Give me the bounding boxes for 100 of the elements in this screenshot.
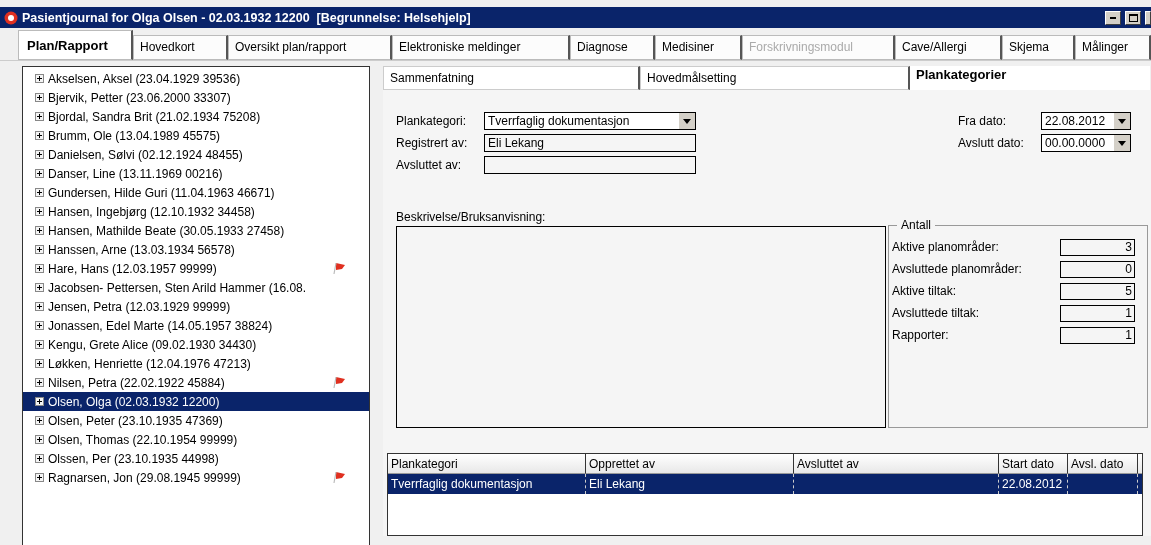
patient-row[interactable]: Hansen, Mathilde Beate (30.05.1933 27458)	[23, 221, 369, 240]
patient-row[interactable]: Løkken, Henriette (12.04.1976 47213)	[23, 354, 369, 373]
tab[interactable]: Elektroniske meldinger	[392, 35, 570, 60]
maximize-icon	[1128, 13, 1138, 22]
patient-row[interactable]: Jacobsen- Pettersen, Sten Arild Hammer (16.08.	[23, 278, 369, 297]
input-field[interactable]: Eli Lekang	[484, 134, 696, 152]
tab[interactable]: Medisiner	[655, 35, 742, 60]
patient-row[interactable]: Olsen, Peter (23.10.1935 47369)	[23, 411, 369, 430]
expand-icon[interactable]	[35, 378, 44, 387]
patient-row[interactable]: Jensen, Petra (12.03.1929 99999)	[23, 297, 369, 316]
date-picker[interactable]: 00.00.0000	[1041, 134, 1131, 152]
patient-row[interactable]: Gundersen, Hilde Guri (11.04.1963 46671)	[23, 183, 369, 202]
patient-row[interactable]: Olsen, Thomas (22.10.1954 99999)	[23, 430, 369, 449]
field-label: Beskrivelse/Bruksanvisning:	[396, 210, 547, 224]
column-header[interactable]: Plankategori	[388, 454, 586, 474]
sub-tab[interactable]: Sammenfatning	[383, 66, 640, 90]
field-label: Registrert av:	[396, 136, 469, 150]
count-field: 1	[1060, 326, 1135, 344]
dropdown-arrow-icon[interactable]	[683, 118, 691, 124]
tab[interactable]: Plan/Rapport	[18, 30, 133, 60]
patient-name: Gundersen, Hilde Guri (11.04.1963 46671)	[48, 185, 275, 200]
table-cell: Tverrfaglig dokumentasjon	[388, 474, 586, 494]
column-header[interactable]: Avsl. dato	[1068, 454, 1138, 474]
category-dropdown[interactable]: Tverrfaglig dokumentasjon	[484, 112, 696, 130]
expand-icon[interactable]	[35, 131, 44, 140]
expand-icon[interactable]	[35, 207, 44, 216]
patient-name: Akselsen, Aksel (23.04.1929 39536)	[48, 71, 241, 86]
count-label: Aktive planområder:	[892, 240, 999, 254]
patient-name: Løkken, Henriette (12.04.1976 47213)	[48, 356, 251, 371]
count-field: 3	[1060, 238, 1135, 256]
column-header[interactable]: Avsluttet av	[794, 454, 999, 474]
count-field: 0	[1060, 260, 1135, 278]
input-field[interactable]	[484, 156, 696, 174]
sub-tab[interactable]: Hovedmålsetting	[640, 66, 910, 90]
expand-icon[interactable]	[35, 473, 44, 482]
expand-icon[interactable]	[35, 454, 44, 463]
dropdown-arrow-icon[interactable]	[1118, 140, 1126, 146]
expand-icon[interactable]	[35, 264, 44, 273]
expand-icon[interactable]	[35, 188, 44, 197]
patient-row[interactable]: Kengu, Grete Alice (09.02.1930 34430)	[23, 335, 369, 354]
field-label: Avsluttet av:	[396, 158, 463, 172]
expand-icon[interactable]	[35, 226, 44, 235]
description-field[interactable]	[396, 226, 886, 428]
expand-icon[interactable]	[35, 93, 44, 102]
expand-icon[interactable]	[35, 74, 44, 83]
patient-row[interactable]: Olssen, Per (23.10.1935 44998)	[23, 449, 369, 468]
tab[interactable]: Hovedkort	[133, 35, 228, 60]
patient-row[interactable]: Danser, Line (13.11.1969 00216)	[23, 164, 369, 183]
tab[interactable]: Cave/Allergi	[895, 35, 1002, 60]
column-header[interactable]: Start dato	[999, 454, 1068, 474]
patient-name: Hare, Hans (12.03.1957 99999)	[48, 261, 217, 276]
dropdown-arrow-icon[interactable]	[1118, 118, 1126, 124]
patient-row[interactable]: Hanssen, Arne (13.03.1934 56578)	[23, 240, 369, 259]
table-cell: Eli Lekang	[586, 474, 794, 494]
patient-row[interactable]: Jonassen, Edel Marte (14.05.1957 38824)	[23, 316, 369, 335]
minimize-button[interactable]	[1105, 10, 1121, 25]
expand-icon[interactable]	[35, 302, 44, 311]
patient-name: Jonassen, Edel Marte (14.05.1957 38824)	[48, 318, 273, 333]
date-picker[interactable]: 22.08.2012	[1041, 112, 1131, 130]
expand-icon[interactable]	[35, 435, 44, 444]
table-row[interactable]: Tverrfaglig dokumentasjon Eli Lekang 22.08.2012	[388, 474, 1142, 494]
patient-row[interactable]: Brumm, Ole (13.04.1989 45575)	[23, 126, 369, 145]
tab[interactable]: Diagnose	[570, 35, 655, 60]
expand-icon[interactable]	[35, 245, 44, 254]
expand-icon[interactable]	[35, 397, 44, 406]
patient-row[interactable]: Olsen, Olga (02.03.1932 12200)	[23, 392, 369, 411]
patient-row[interactable]: Hansen, Ingebjørg (12.10.1932 34458)	[23, 202, 369, 221]
count-label: Aktive tiltak:	[892, 284, 957, 298]
patient-row[interactable]: Bjervik, Petter (23.06.2000 33307)	[23, 88, 369, 107]
close-button[interactable]	[1145, 10, 1151, 25]
field-label: Fra dato:	[958, 114, 1008, 128]
maximize-button[interactable]	[1125, 10, 1141, 25]
expand-icon[interactable]	[35, 359, 44, 368]
patient-row[interactable]: Ragnarsen, Jon (29.08.1945 99999)	[23, 468, 369, 487]
patient-row[interactable]: Nilsen, Petra (22.02.1922 45884)	[23, 373, 369, 392]
patient-row[interactable]: Danielsen, Sølvi (02.12.1924 48455)	[23, 145, 369, 164]
tab[interactable]: Målinger	[1075, 35, 1151, 60]
field-label: Plankategori:	[396, 114, 468, 128]
patient-name: Olsen, Thomas (22.10.1954 99999)	[48, 432, 238, 447]
patient-name: Danielsen, Sølvi (02.12.1924 48455)	[48, 147, 243, 162]
expand-icon[interactable]	[35, 283, 44, 292]
patient-name: Ragnarsen, Jon (29.08.1945 99999)	[48, 470, 241, 485]
column-header[interactable]: Opprettet av	[586, 454, 794, 474]
window-title: Pasientjournal for Olga Olsen - 02.03.1932 12200 [Begrunnelse: Helsehjelp]	[22, 10, 472, 25]
patient-name: Danser, Line (13.11.1969 00216)	[48, 166, 223, 181]
expand-icon[interactable]	[35, 150, 44, 159]
patient-row[interactable]: Akselsen, Aksel (23.04.1929 39536)	[23, 69, 369, 88]
expand-icon[interactable]	[35, 416, 44, 425]
tab[interactable]: Oversikt plan/rapport	[228, 35, 392, 60]
expand-icon[interactable]	[35, 321, 44, 330]
count-label: Avsluttede planområder:	[892, 262, 1022, 276]
app-logo-icon	[4, 10, 18, 25]
patient-row[interactable]: Bjordal, Sandra Brit (21.02.1934 75208)	[23, 107, 369, 126]
patient-name: Olssen, Per (23.10.1935 44998)	[48, 451, 219, 466]
expand-icon[interactable]	[35, 340, 44, 349]
tab[interactable]: Skjema	[1002, 35, 1075, 60]
sub-tab[interactable]: Plankategorier	[910, 66, 1150, 90]
expand-icon[interactable]	[35, 169, 44, 178]
patient-row[interactable]: Hare, Hans (12.03.1957 99999)	[23, 259, 369, 278]
expand-icon[interactable]	[35, 112, 44, 121]
